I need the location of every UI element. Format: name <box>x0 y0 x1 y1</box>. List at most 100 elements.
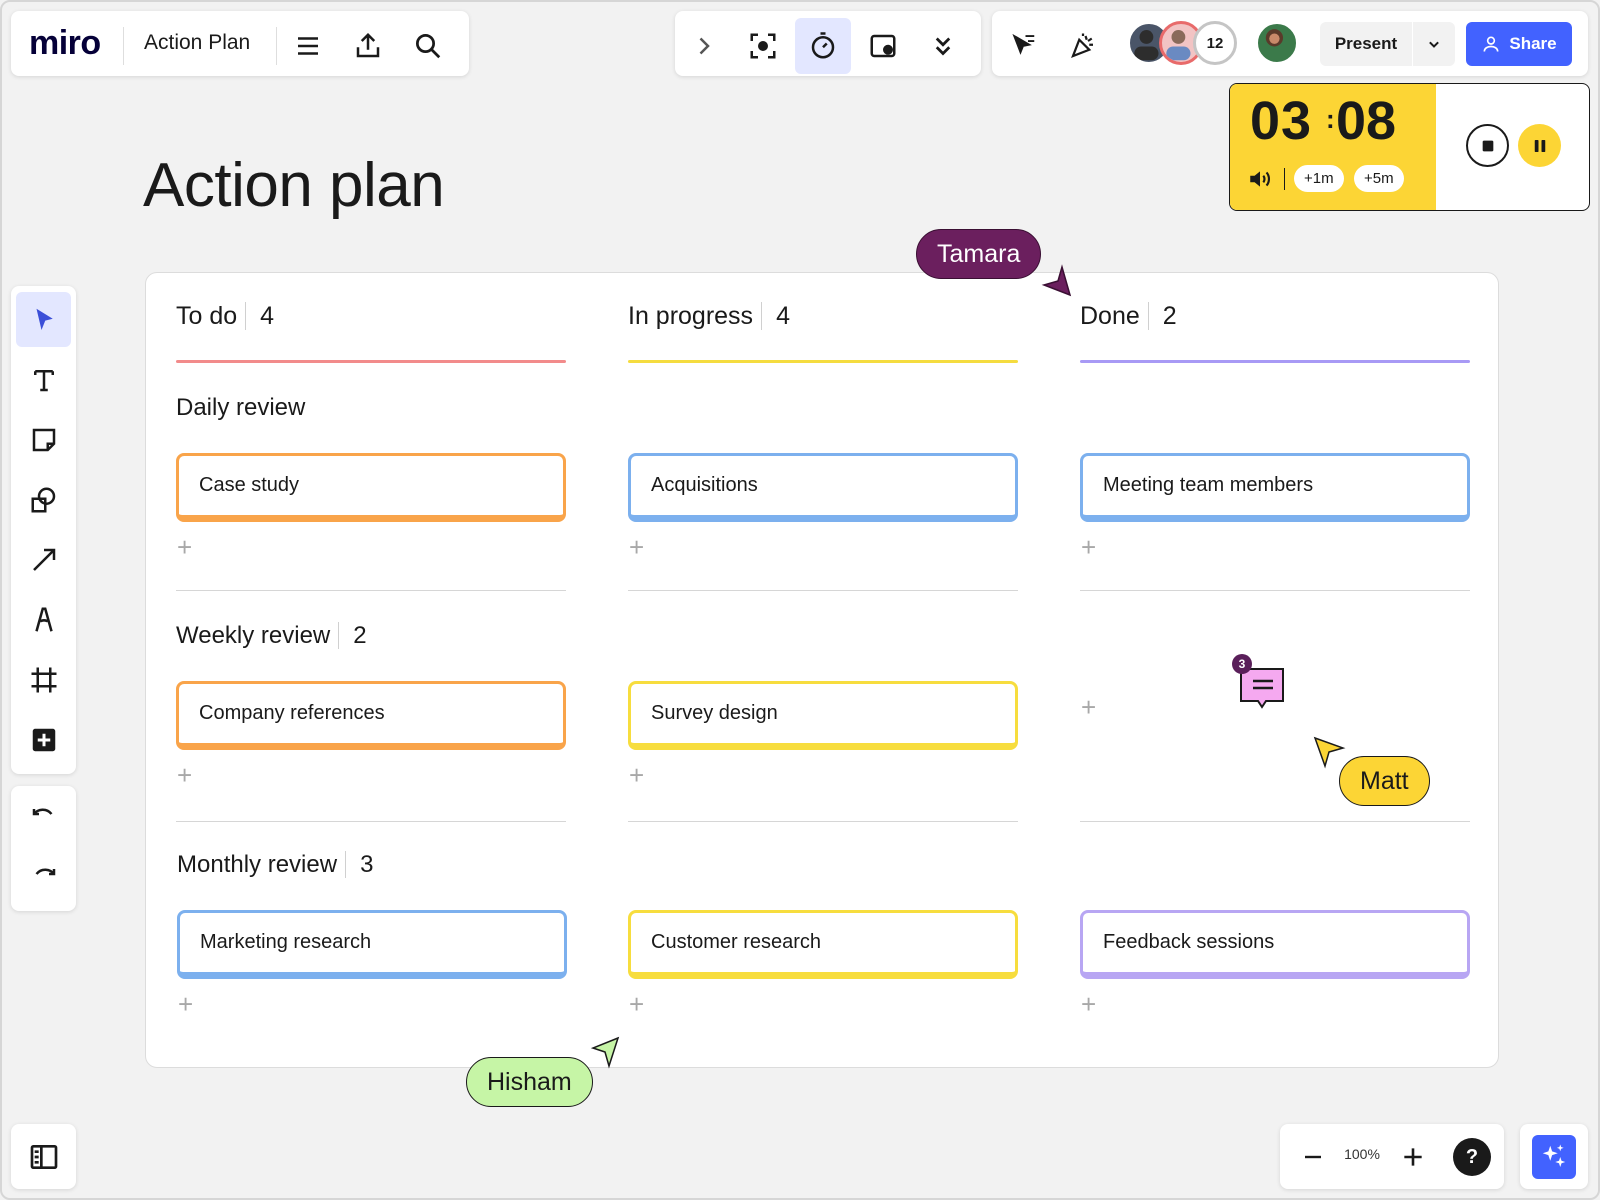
row-separator <box>628 590 1018 591</box>
video-frame-icon[interactable] <box>855 18 911 74</box>
pause-button[interactable] <box>1518 124 1561 167</box>
row-separator <box>176 590 566 591</box>
row-separator <box>176 821 566 822</box>
timer-display: 03 : 08 +1m +5m <box>1230 84 1436 210</box>
add-card-icon[interactable]: + <box>177 532 192 563</box>
avatar-count[interactable]: 12 <box>1193 21 1237 65</box>
share-button[interactable]: Share <box>1466 22 1572 66</box>
creation-toolbar <box>11 286 76 774</box>
present-button[interactable]: Present <box>1320 22 1412 66</box>
card-company-references[interactable]: Company references <box>176 681 566 750</box>
cursor-arrow-icon <box>1038 263 1074 302</box>
row-separator <box>1080 821 1470 822</box>
cursor-arrow-icon <box>585 1036 621 1075</box>
timer-seconds: 08 <box>1336 91 1397 151</box>
add-5m-button[interactable]: +5m <box>1354 165 1404 192</box>
row-count: 2 <box>338 622 367 649</box>
chevron-right-icon[interactable] <box>675 18 731 74</box>
add-card-icon[interactable]: + <box>178 989 193 1020</box>
frame-tool-icon[interactable] <box>16 652 71 707</box>
text-tool-icon[interactable] <box>16 352 71 407</box>
row-header-weekly-review[interactable]: Weekly review 2 <box>176 622 367 650</box>
add-1m-button[interactable]: +1m <box>1294 165 1344 192</box>
cursor-follow-icon[interactable] <box>995 18 1051 74</box>
pen-tool-icon[interactable] <box>16 592 71 647</box>
sparkle-icon <box>1532 1134 1576 1179</box>
miro-logo[interactable]: miro <box>29 24 101 63</box>
upload-icon[interactable] <box>340 18 396 74</box>
timer-icon[interactable] <box>795 18 851 74</box>
menu-icon[interactable] <box>280 18 336 74</box>
page-title[interactable]: Action plan <box>143 150 445 221</box>
focus-icon[interactable] <box>735 18 791 74</box>
divider <box>276 27 277 65</box>
double-chevron-down-icon[interactable] <box>915 18 971 74</box>
sidebar-toggle-icon[interactable] <box>11 1124 76 1189</box>
column-header-todo[interactable]: To do 4 <box>176 302 275 331</box>
row-title: Daily review <box>176 394 306 421</box>
undo-icon[interactable] <box>16 791 71 846</box>
arrow-tool-icon[interactable] <box>16 532 71 587</box>
shapes-tool-icon[interactable] <box>16 472 71 527</box>
column-underline <box>628 360 1018 363</box>
zoom-in-icon[interactable] <box>1394 1138 1432 1176</box>
board-title[interactable]: Action Plan <box>144 31 250 55</box>
cursor-arrow-icon <box>1312 735 1346 774</box>
add-more-icon[interactable] <box>16 712 71 767</box>
timer-widget: 03 : 08 +1m +5m <box>1229 83 1590 211</box>
row-title: Monthly review <box>177 851 338 878</box>
card-survey-design[interactable]: Survey design <box>628 681 1018 750</box>
add-card-icon[interactable]: + <box>1081 532 1096 563</box>
row-header-monthly-review[interactable]: Monthly review 3 <box>177 851 374 879</box>
pause-icon <box>1534 139 1545 152</box>
add-card-icon[interactable]: + <box>1081 692 1096 723</box>
card-meeting-team-members[interactable]: Meeting team members <box>1080 453 1470 522</box>
column-header-in-progress[interactable]: In progress 4 <box>628 302 790 331</box>
card-acquisitions[interactable]: Acquisitions <box>628 453 1018 522</box>
column-title: Done <box>1080 302 1140 330</box>
divider <box>1284 168 1285 190</box>
ai-assistant-button[interactable] <box>1520 1124 1588 1189</box>
top-left-toolbar: miro Action Plan <box>11 11 469 76</box>
column-title: To do <box>176 302 238 330</box>
add-card-icon[interactable]: + <box>629 760 644 791</box>
search-icon[interactable] <box>400 18 456 74</box>
help-button[interactable]: ? <box>1453 1138 1491 1176</box>
stop-icon <box>1482 140 1493 151</box>
card-marketing-research[interactable]: Marketing research <box>177 910 567 979</box>
column-title: In progress <box>628 302 754 330</box>
cursor-label-hisham: Hisham <box>466 1057 593 1107</box>
card-feedback-sessions[interactable]: Feedback sessions <box>1080 910 1470 979</box>
timer-minutes: 03 <box>1250 91 1313 151</box>
sticky-note-tool-icon[interactable] <box>16 412 71 467</box>
zoom-level[interactable]: 100% <box>1332 1146 1392 1162</box>
redo-icon[interactable] <box>16 851 71 906</box>
cursor-label-matt: Matt <box>1339 756 1430 806</box>
volume-icon[interactable] <box>1246 166 1274 197</box>
row-count: 3 <box>345 851 374 878</box>
card-case-study[interactable]: Case study <box>176 453 566 522</box>
column-underline <box>176 360 566 363</box>
select-tool-icon[interactable] <box>16 292 71 347</box>
column-count: 4 <box>761 302 790 330</box>
divider <box>123 27 124 65</box>
stop-button[interactable] <box>1466 124 1509 167</box>
top-tools-panel <box>675 11 981 76</box>
row-separator <box>628 821 1018 822</box>
comment-count-badge: 3 <box>1232 654 1252 674</box>
row-header-daily-review[interactable]: Daily review <box>176 394 305 422</box>
undo-redo-toolbar <box>11 786 76 911</box>
zoom-controls: 100% ? <box>1280 1124 1504 1189</box>
chevron-down-icon[interactable] <box>1413 22 1455 66</box>
user-icon <box>1483 36 1499 52</box>
add-card-icon[interactable]: + <box>1081 989 1096 1020</box>
card-customer-research[interactable]: Customer research <box>628 910 1018 979</box>
celebrate-icon[interactable] <box>1055 18 1111 74</box>
zoom-out-icon[interactable] <box>1294 1138 1332 1176</box>
add-card-icon[interactable]: + <box>629 532 644 563</box>
column-header-done[interactable]: Done 2 <box>1080 302 1177 331</box>
avatar[interactable] <box>1255 21 1299 65</box>
add-card-icon[interactable]: + <box>177 760 192 791</box>
row-title: Weekly review <box>176 622 331 649</box>
add-card-icon[interactable]: + <box>629 989 644 1020</box>
